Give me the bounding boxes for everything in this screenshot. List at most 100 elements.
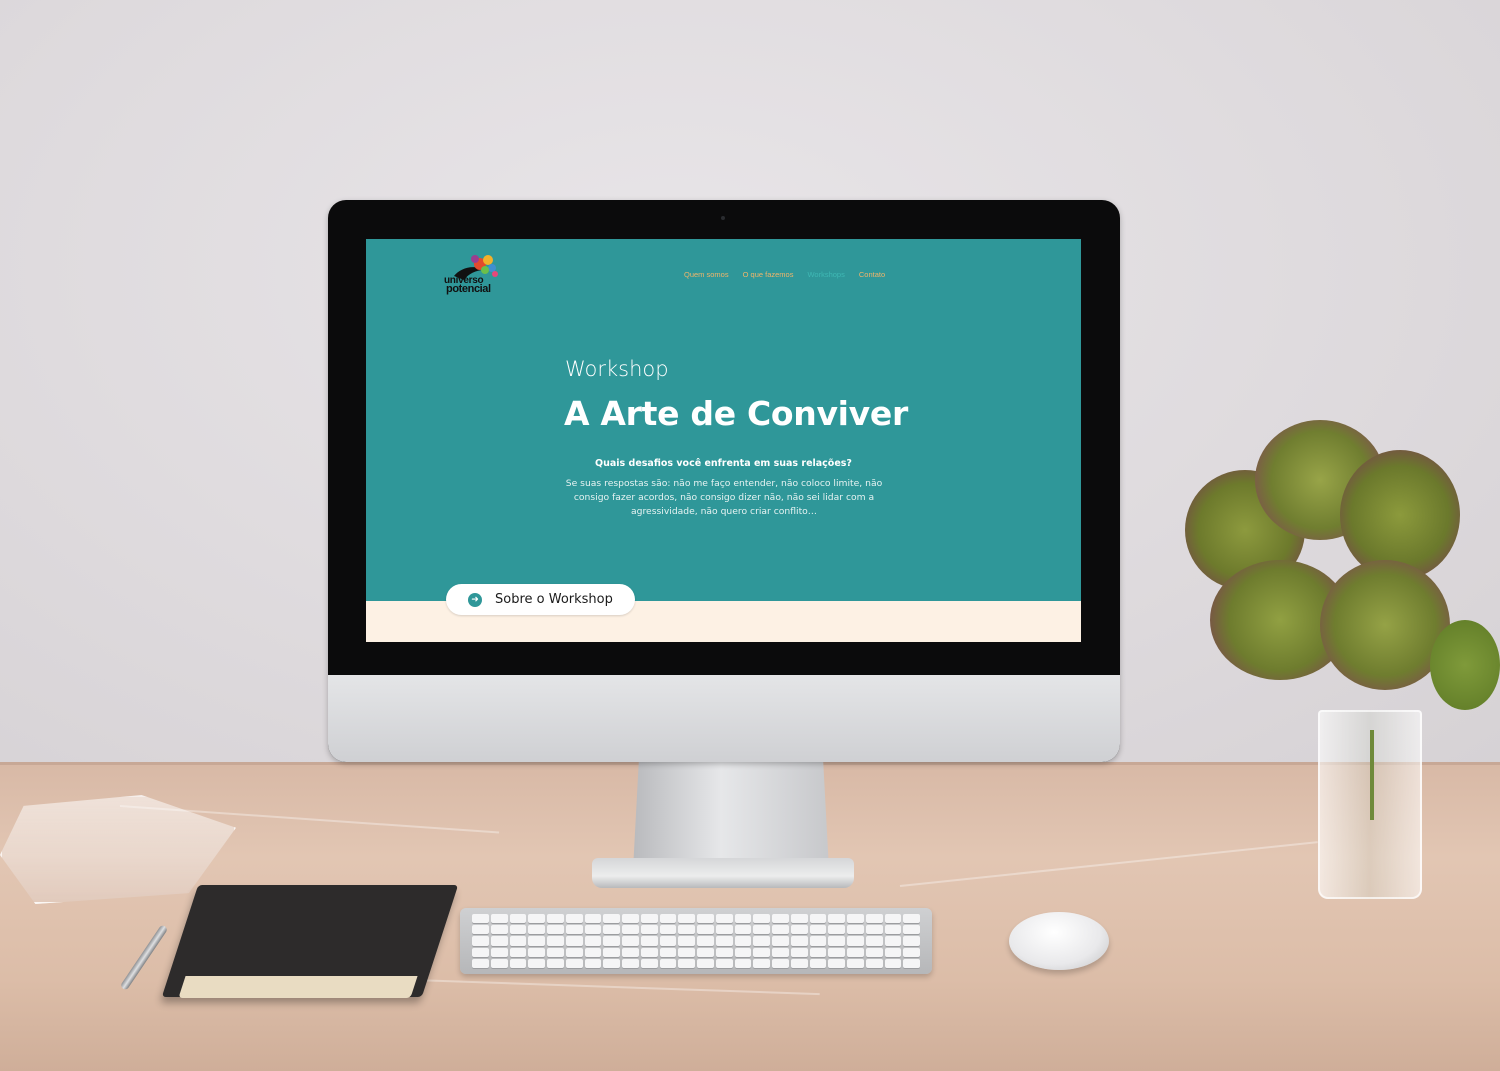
keyboard (460, 908, 932, 974)
hero-title: A Arte de Conviver (564, 394, 908, 433)
keyboard-key (472, 936, 489, 946)
keyboard-key (547, 958, 564, 968)
keyboard-key (715, 958, 733, 968)
keyboard-key (509, 936, 527, 946)
keyboard-key (678, 936, 695, 946)
keyboard-key (640, 936, 658, 946)
keyboard-key (753, 925, 770, 935)
nav-item-quem-somos[interactable]: Quem somos (684, 270, 729, 279)
keyboard-key (865, 958, 883, 968)
arrow-right-circle-icon: ➜ (468, 592, 482, 607)
nav-item-o-que-fazemos[interactable]: O que fazemos (743, 270, 794, 279)
keyboard-key (622, 936, 639, 946)
keyboard-key (622, 925, 639, 935)
keyboard-key (697, 925, 714, 935)
keyboard-key (753, 936, 770, 946)
keyboard-key (565, 925, 583, 935)
keyboard-key (584, 958, 602, 968)
keyboard-key (490, 936, 508, 946)
website-screen: universo potencial Quem somos O que faze… (366, 239, 1081, 642)
keyboard-key (828, 947, 845, 957)
keyboard-key (734, 947, 752, 957)
keyboard-key (715, 925, 733, 935)
hero-question: Quais desafios você enfrenta em suas rel… (595, 458, 852, 469)
keyboard-key (884, 914, 902, 924)
main-nav: Quem somos O que fazemos Workshops Conta… (684, 270, 885, 279)
monitor: universo potencial Quem somos O que faze… (328, 200, 1120, 762)
keyboard-key (659, 914, 677, 924)
keyboard-key (622, 958, 639, 968)
keyboard-key (697, 914, 714, 924)
keyboard-key (903, 925, 920, 935)
keyboard-key (528, 947, 545, 957)
keyboard-key (547, 947, 564, 957)
keyboard-key (772, 925, 789, 935)
keyboard-key (490, 925, 508, 935)
keyboard-key (565, 947, 583, 957)
keyboard-key (903, 958, 920, 968)
monitor-chin (328, 675, 1120, 762)
keyboard-key (790, 936, 808, 946)
keyboard-key (903, 947, 920, 957)
keyboard-key (622, 914, 639, 924)
keyboard-key (828, 925, 845, 935)
keyboard-key (584, 947, 602, 957)
keyboard-key (847, 936, 864, 946)
keyboard-key (659, 936, 677, 946)
keyboard-key (865, 947, 883, 957)
keyboard-key (865, 914, 883, 924)
keyboard-key (547, 914, 564, 924)
keyboard-key (640, 958, 658, 968)
keyboard-key (809, 947, 827, 957)
keyboard-key (547, 936, 564, 946)
keyboard-key (565, 958, 583, 968)
keyboard-key (472, 947, 489, 957)
monitor-stand (633, 760, 829, 870)
keyboard-key (715, 914, 733, 924)
keyboard-key (809, 914, 827, 924)
keyboard-key (603, 958, 620, 968)
keyboard-key (734, 958, 752, 968)
keyboard-key (603, 936, 620, 946)
keyboard-key (640, 925, 658, 935)
keyboard-key (547, 925, 564, 935)
nav-item-contato[interactable]: Contato (859, 270, 885, 279)
keyboard-key (490, 947, 508, 957)
keyboard-key (472, 914, 489, 924)
keyboard-key (622, 947, 639, 957)
keyboard-key (847, 925, 864, 935)
keyboard-key (565, 936, 583, 946)
keyboard-key (772, 958, 789, 968)
keyboard-key (528, 925, 545, 935)
keyboard-key (715, 947, 733, 957)
keyboard-key (603, 925, 620, 935)
keyboard-key (659, 947, 677, 957)
keyboard-key (509, 958, 527, 968)
hero-eyebrow: Workshop (565, 357, 669, 381)
logo-text-line2: potencial (446, 283, 491, 295)
keyboard-key (790, 958, 808, 968)
keyboard-key (565, 914, 583, 924)
keyboard-key (734, 936, 752, 946)
mouse (1009, 912, 1109, 970)
keyboard-key (678, 958, 695, 968)
keyboard-key (509, 914, 527, 924)
flower-stem (1370, 730, 1374, 820)
keyboard-key (490, 958, 508, 968)
keyboard-key (603, 914, 620, 924)
nav-item-workshops[interactable]: Workshops (807, 270, 844, 279)
keyboard-key (584, 925, 602, 935)
keyboard-key (678, 925, 695, 935)
keyboard-key (528, 914, 545, 924)
keyboard-key (828, 958, 845, 968)
keyboard-key (772, 914, 789, 924)
keyboard-key (528, 936, 545, 946)
keyboard-key (472, 958, 489, 968)
keyboard-key (490, 914, 508, 924)
keyboard-key (847, 958, 864, 968)
keyboard-key (753, 914, 770, 924)
camera-icon (721, 216, 725, 220)
keyboard-key (903, 914, 920, 924)
keyboard-key (809, 925, 827, 935)
about-workshop-button[interactable]: ➜ Sobre o Workshop (446, 584, 635, 615)
